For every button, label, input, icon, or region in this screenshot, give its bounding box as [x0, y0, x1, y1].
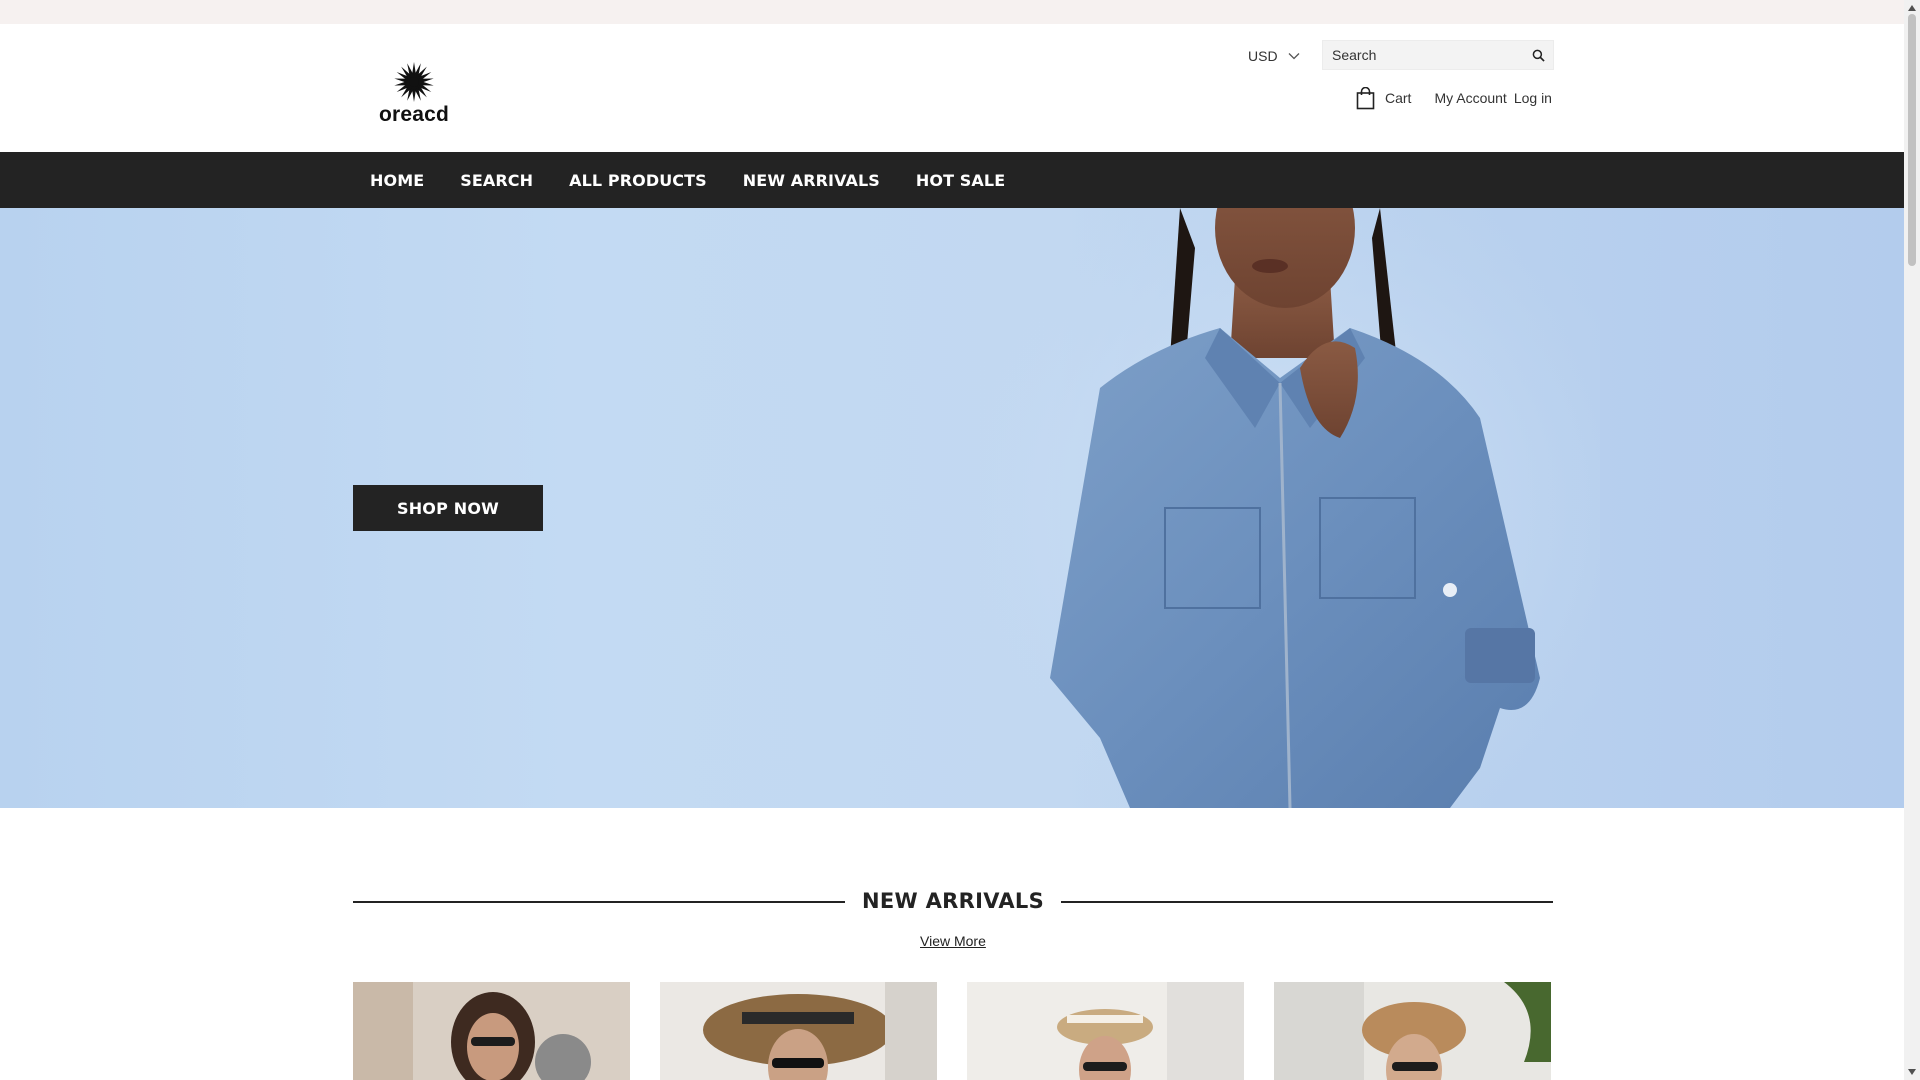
shop-now-button[interactable]: SHOP NOW — [353, 485, 543, 531]
scrollbar-thumb[interactable] — [1908, 14, 1916, 266]
chevron-down-icon — [1288, 53, 1300, 60]
cart-link[interactable]: Cart — [1356, 86, 1412, 110]
search-button[interactable] — [1523, 41, 1553, 69]
my-account-link[interactable]: My Account — [1434, 90, 1506, 106]
scroll-down-icon[interactable] — [1907, 1068, 1917, 1076]
search-icon — [1532, 49, 1545, 62]
announcement-bar — [0, 0, 1904, 24]
product-card[interactable] — [967, 982, 1244, 1080]
hero-model-image — [980, 208, 1600, 808]
product-image — [353, 982, 630, 1080]
product-card[interactable] — [660, 982, 937, 1080]
nav-item-hot-sale[interactable]: HOT SALE — [916, 171, 1005, 190]
new-arrivals-header: NEW ARRIVALS — [353, 886, 1553, 916]
product-image — [967, 982, 1244, 1080]
account-links: Cart My Account Log in — [1356, 86, 1552, 110]
divider-left — [353, 901, 845, 903]
nav-item-all-products[interactable]: ALL PRODUCTS — [569, 171, 707, 190]
product-image — [1274, 982, 1551, 1080]
main-nav: HOME SEARCH ALL PRODUCTS NEW ARRIVALS HO… — [0, 152, 1904, 208]
currency-selector[interactable]: USD — [1248, 44, 1300, 68]
product-grid — [353, 982, 1553, 1080]
brand-name: oreacd — [378, 103, 450, 126]
scroll-up-icon[interactable] — [1907, 4, 1917, 12]
section-title: NEW ARRIVALS — [862, 889, 1044, 913]
nav-item-home[interactable]: HOME — [370, 171, 424, 190]
brand-logo[interactable]: oreacd — [376, 60, 452, 128]
view-more-link[interactable]: View More — [920, 933, 986, 949]
divider-right — [1061, 901, 1553, 903]
shopping-bag-icon — [1356, 86, 1375, 109]
hero-banner[interactable]: SHOP NOW — [0, 208, 1904, 808]
login-link[interactable]: Log in — [1514, 90, 1552, 106]
search-input[interactable] — [1323, 41, 1523, 69]
nav-item-new-arrivals[interactable]: NEW ARRIVALS — [743, 171, 880, 190]
site-header: oreacd USD Cart — [0, 24, 1904, 152]
page: oreacd USD Cart — [0, 0, 1904, 1080]
nav-item-search[interactable]: SEARCH — [460, 171, 533, 190]
currency-value: USD — [1248, 48, 1278, 64]
product-image — [660, 982, 937, 1080]
product-card[interactable] — [353, 982, 630, 1080]
search-box — [1322, 40, 1554, 70]
cart-label: Cart — [1385, 90, 1412, 106]
page-scrollbar[interactable] — [1904, 0, 1920, 1080]
product-card[interactable] — [1274, 982, 1551, 1080]
starburst-icon — [394, 62, 434, 102]
